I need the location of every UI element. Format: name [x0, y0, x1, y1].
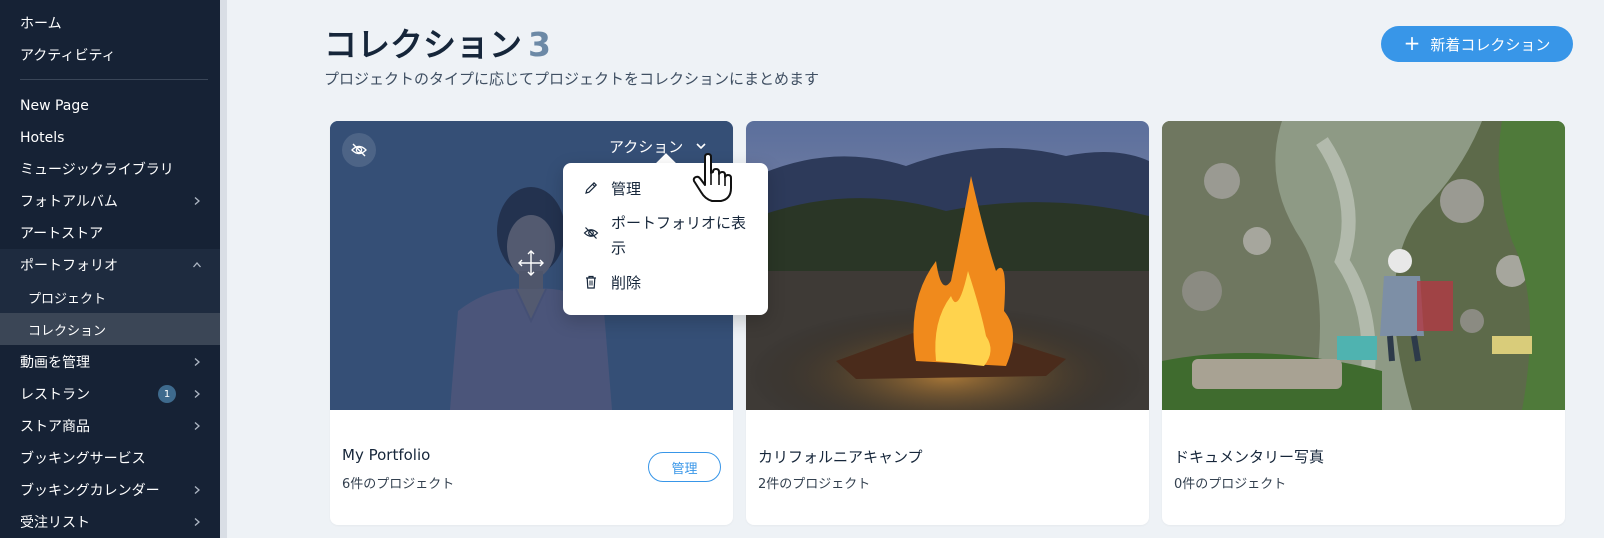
sidebar-divider — [20, 79, 208, 80]
sidebar-item-restaurant[interactable]: レストラン 1 — [0, 378, 220, 410]
chevron-up-icon — [192, 260, 202, 270]
sidebar-item-activity[interactable]: アクティビティ — [0, 39, 220, 71]
sidebar-item-manage-videos[interactable]: 動画を管理 — [0, 346, 220, 378]
sidebar-item-label: フォトアルバム — [20, 194, 118, 210]
sidebar-item-photo-albums[interactable]: フォトアルバム — [0, 185, 220, 217]
sidebar-scrollbar[interactable] — [220, 0, 227, 538]
collection-count: 3 — [528, 25, 551, 64]
page-title-text: コレクション — [324, 25, 522, 64]
sidebar-item-portfolio[interactable]: ポートフォリオ — [0, 249, 220, 281]
sidebar-item-label: アクティビティ — [20, 48, 116, 64]
collection-card[interactable]: カリフォルニアキャンプ 2件のプロジェクト — [746, 121, 1149, 525]
manage-button[interactable]: 管理 — [648, 452, 721, 482]
trash-icon — [583, 274, 599, 290]
chevron-down-icon — [695, 140, 707, 152]
eye-off-icon — [583, 225, 599, 241]
page-subtitle: プロジェクトのタイプに応じてプロジェクトをコレクションにまとめます — [324, 70, 820, 88]
sidebar-item-label: コレクション — [28, 323, 107, 339]
menu-item-label: ポートフォリオに表示 — [611, 214, 747, 257]
plus-icon: + — [1403, 31, 1421, 55]
sidebar-item-art-store[interactable]: アートストア — [0, 217, 220, 249]
sidebar-item-projects[interactable]: プロジェクト — [0, 281, 220, 313]
sidebar-item-orders[interactable]: 受注リスト — [0, 506, 220, 538]
collection-cover-image — [1162, 121, 1565, 410]
sidebar-item-booking-services[interactable]: ブッキングサービス — [0, 442, 220, 474]
menu-item-delete[interactable]: 削除 — [583, 271, 751, 296]
collection-title: カリフォルニアキャンプ — [758, 448, 923, 466]
sidebar: ホーム アクティビティ New Page Hotels ミュージックライブラリ … — [0, 0, 220, 538]
actions-label: アクション — [609, 137, 684, 156]
hand-cursor-icon — [690, 153, 734, 203]
page-title: コレクション 3 — [324, 18, 551, 66]
eye-off-icon[interactable] — [342, 133, 376, 167]
sidebar-item-label: ホーム — [20, 16, 62, 32]
collection-project-count: 0件のプロジェクト — [1174, 477, 1287, 492]
pencil-icon — [583, 180, 599, 196]
new-collection-label: 新着コレクション — [1430, 35, 1551, 54]
sidebar-item-music-library[interactable]: ミュージックライブラリ — [0, 153, 220, 185]
chevron-right-icon — [192, 517, 202, 527]
chevron-right-icon — [192, 357, 202, 367]
chevron-right-icon — [192, 196, 202, 206]
sidebar-item-label: ブッキングサービス — [20, 451, 146, 467]
sidebar-item-label: New Page — [20, 98, 89, 114]
sidebar-item-label: ストア商品 — [20, 419, 90, 435]
new-collection-button[interactable]: + 新着コレクション — [1381, 26, 1573, 62]
sidebar-item-hotels[interactable]: Hotels — [0, 122, 220, 154]
collection-card[interactable]: ドキュメンタリー写真 0件のプロジェクト — [1162, 121, 1565, 525]
collection-cover-image — [746, 121, 1149, 410]
sidebar-item-label: レストラン — [20, 387, 90, 403]
sidebar-item-collections[interactable]: コレクション — [0, 313, 220, 345]
chevron-right-icon — [192, 389, 202, 399]
sidebar-item-new-page[interactable]: New Page — [0, 90, 220, 122]
sidebar-item-label: Hotels — [20, 130, 65, 146]
sidebar-item-label: ブッキングカレンダー — [20, 483, 160, 499]
move-icon[interactable] — [517, 249, 545, 277]
notification-badge: 1 — [158, 385, 176, 403]
collection-title: My Portfolio — [342, 446, 431, 464]
collection-project-count: 6件のプロジェクト — [342, 477, 455, 492]
chevron-right-icon — [192, 485, 202, 495]
sidebar-item-label: ミュージックライブラリ — [20, 162, 174, 178]
sidebar-item-label: 動画を管理 — [20, 355, 90, 371]
actions-menu: 管理 ポートフォリオに表示 削除 — [563, 163, 768, 315]
sidebar-item-label: プロジェクト — [28, 291, 107, 307]
menu-item-label: 削除 — [611, 274, 642, 292]
sidebar-item-label: 受注リスト — [20, 515, 90, 531]
collection-project-count: 2件のプロジェクト — [758, 477, 871, 492]
sidebar-item-label: アートストア — [20, 226, 104, 242]
menu-item-show-in-portfolio[interactable]: ポートフォリオに表示 — [583, 211, 751, 261]
collection-title: ドキュメンタリー写真 — [1174, 448, 1325, 466]
sidebar-item-booking-calendar[interactable]: ブッキングカレンダー — [0, 474, 220, 506]
chevron-right-icon — [192, 421, 202, 431]
sidebar-item-store-products[interactable]: ストア商品 — [0, 410, 220, 442]
sidebar-item-label: ポートフォリオ — [20, 258, 118, 274]
sidebar-item-home[interactable]: ホーム — [0, 7, 220, 39]
